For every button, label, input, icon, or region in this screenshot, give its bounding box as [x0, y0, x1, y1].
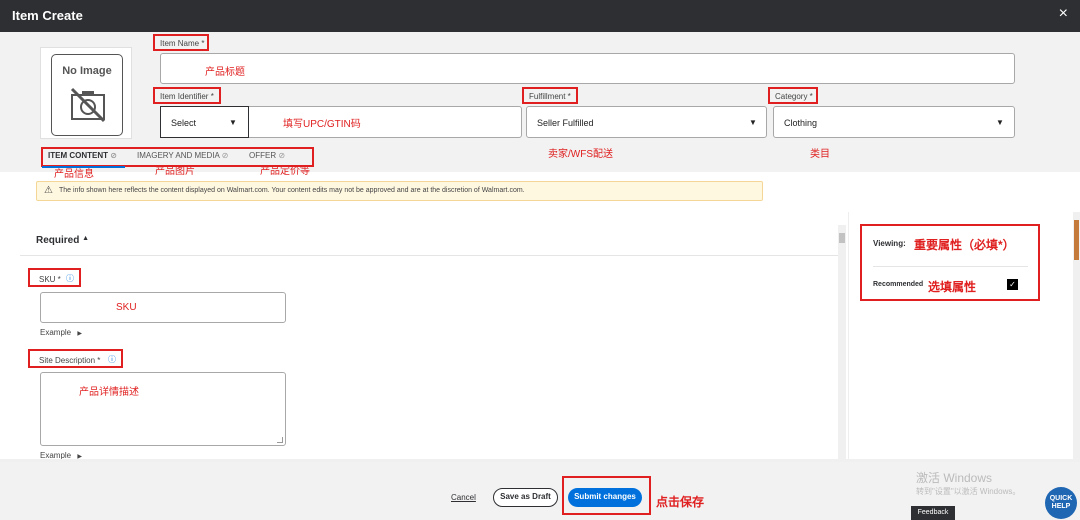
- sku-annotation: SKU: [116, 302, 137, 313]
- submit-annotation: 点击保存: [656, 495, 705, 509]
- warning-icon: ⚠: [44, 185, 53, 196]
- scrollbar-thumb[interactable]: [839, 233, 845, 243]
- fulfillment-select[interactable]: Seller Fulfilled ▼: [526, 106, 767, 138]
- tab-imagery-label: IMAGERY AND MEDIA: [137, 151, 220, 160]
- recommended-label: Recommended: [873, 281, 924, 288]
- info-icon[interactable]: ⓘ: [66, 273, 74, 284]
- viewing-annotation: 重要属性（必填*）: [914, 238, 1015, 252]
- item-name-input[interactable]: 产品标题: [160, 53, 1015, 84]
- site-description-annotation: 产品详情描述: [79, 387, 139, 398]
- sku-input[interactable]: SKU: [40, 292, 286, 323]
- sku-label-highlight: SKU * ⓘ: [28, 268, 81, 287]
- item-identifier-label: Item Identifier *: [160, 92, 214, 101]
- fulfillment-annotation: 卖家/WFS配送: [548, 149, 613, 160]
- identifier-select-value: Select: [171, 118, 197, 128]
- category-select[interactable]: Clothing ▼: [773, 106, 1015, 138]
- viewing-divider: [873, 266, 1028, 267]
- image-upload[interactable]: No Image: [40, 47, 132, 139]
- site-description-textarea[interactable]: 产品详情描述: [40, 372, 286, 446]
- fulfillment-value: Seller Fulfilled: [537, 118, 594, 128]
- quick-help-button[interactable]: QUICK HELP: [1045, 487, 1077, 519]
- category-label-highlight: Category *: [768, 87, 818, 104]
- check-circle-icon: ⊘: [278, 151, 286, 160]
- info-banner-text: The info shown here reflects the content…: [59, 187, 525, 194]
- title-bar: Item Create ×: [0, 0, 1080, 32]
- check-circle-icon: ⊘: [110, 151, 117, 160]
- resize-handle[interactable]: [277, 437, 283, 443]
- tab-item-content-label: ITEM CONTENT: [48, 151, 108, 160]
- info-banner: ⚠ The info shown here reflects the conte…: [36, 181, 763, 201]
- quick-help-line2: HELP: [1051, 503, 1071, 510]
- item-name-label-highlight: Item Name *: [153, 34, 209, 51]
- chevron-down-icon: ▼: [996, 118, 1004, 127]
- check-circle-icon: ⊘: [221, 151, 229, 160]
- category-annotation: 类目: [810, 149, 830, 160]
- sku-example-toggle[interactable]: Example ▶: [40, 328, 82, 337]
- content-scrollbar[interactable]: [838, 225, 846, 462]
- window-title: Item Create: [12, 8, 83, 23]
- tab-imagery-media[interactable]: IMAGERY AND MEDIA ⊘: [137, 151, 228, 160]
- viewing-highlight: Viewing: 重要属性（必填*） Recommended 选填属性 ✓: [860, 224, 1040, 301]
- chevron-up-icon: ▲: [82, 235, 90, 242]
- chevron-down-icon: ▼: [229, 118, 237, 127]
- tab-item-content[interactable]: ITEM CONTENT ⊘: [48, 151, 117, 160]
- item-identifier-label-highlight: Item Identifier *: [153, 87, 221, 104]
- section-divider: [20, 255, 838, 256]
- tab-offer-annotation: 产品定价等: [260, 166, 310, 177]
- tab-offer-label: OFFER: [249, 151, 277, 160]
- no-image-label: No Image: [62, 65, 112, 77]
- image-placeholder: No Image: [51, 54, 123, 136]
- page-scrollbar[interactable]: [1073, 212, 1080, 462]
- recommended-annotation: 选填属性: [928, 280, 977, 294]
- submit-changes-button[interactable]: Submit changes: [568, 488, 642, 507]
- feedback-button[interactable]: Feedback: [911, 506, 955, 520]
- item-name-label: Item Name *: [160, 39, 205, 48]
- tab-imagery-annotation: 产品图片: [155, 166, 195, 177]
- identifier-type-select[interactable]: Select ▼: [160, 106, 249, 138]
- tab-item-content-annotation: 产品信息: [54, 169, 94, 180]
- fulfillment-label: Fulfillment *: [529, 92, 571, 101]
- sku-label: SKU *: [39, 275, 61, 284]
- site-description-label: Site Description *: [39, 356, 101, 365]
- quick-help-line1: QUICK: [1049, 495, 1073, 502]
- site-description-label-highlight: Site Description * ⓘ: [28, 349, 123, 368]
- caret-right-icon: ▶: [77, 331, 82, 337]
- category-label: Category *: [775, 92, 813, 101]
- chevron-down-icon: ▼: [749, 118, 757, 127]
- section-title: Required: [36, 235, 80, 246]
- fulfillment-label-highlight: Fulfillment *: [522, 87, 578, 104]
- close-icon[interactable]: ×: [1059, 5, 1068, 23]
- windows-activation-text: 转到"设置"以激活 Windows。: [916, 487, 1021, 496]
- tab-offer[interactable]: OFFER ⊘: [249, 151, 285, 160]
- windows-activation-title: 激活 Windows: [916, 471, 993, 485]
- save-as-draft-button[interactable]: Save as Draft: [493, 488, 558, 507]
- sku-example-label: Example: [40, 328, 72, 337]
- section-required[interactable]: Required ▲: [36, 235, 89, 246]
- recommended-checkbox[interactable]: ✓: [1007, 279, 1018, 290]
- category-value: Clothing: [784, 118, 818, 128]
- no-image-icon: [70, 87, 106, 123]
- viewing-label: Viewing:: [873, 239, 906, 248]
- item-identifier-annotation: 填写UPC/GTIN码: [283, 119, 361, 130]
- cancel-link[interactable]: Cancel: [451, 493, 476, 502]
- page-scrollbar-thumb[interactable]: [1074, 220, 1079, 260]
- info-icon[interactable]: ⓘ: [108, 354, 116, 365]
- item-name-annotation: 产品标题: [205, 67, 245, 78]
